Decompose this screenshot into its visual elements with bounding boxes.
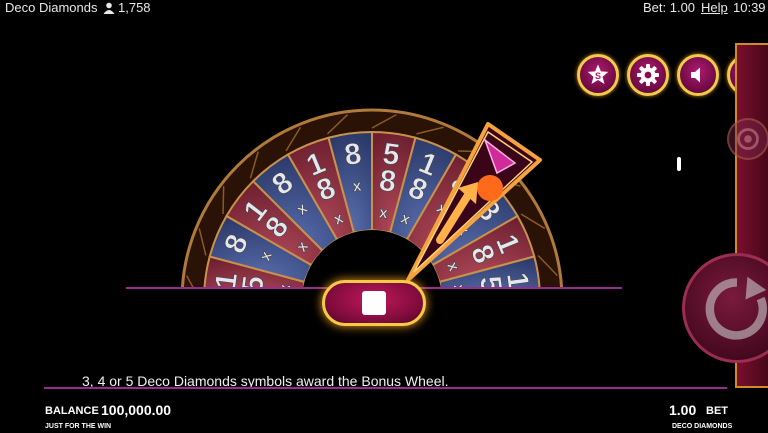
stop-button[interactable] (322, 280, 426, 326)
stop-icon (362, 291, 386, 315)
scroll-indicator (677, 157, 681, 171)
bet-label: BET (706, 405, 728, 417)
right-subtitle: DECO DIAMONDS (672, 423, 733, 430)
balance-value: 100,000.00 (101, 402, 172, 418)
footer-divider (44, 387, 727, 389)
balance-label: BALANCE (45, 405, 99, 417)
svg-text:5: 5 (473, 274, 508, 295)
bet-value: 1.00 (669, 402, 697, 418)
bonus-wheel: 15x8x18x8x18x8x58x18x8x8x18x15x (126, 108, 622, 295)
wheel-rim-deco (222, 186, 225, 215)
left-subtitle: JUST FOR THE WIN (45, 423, 112, 430)
